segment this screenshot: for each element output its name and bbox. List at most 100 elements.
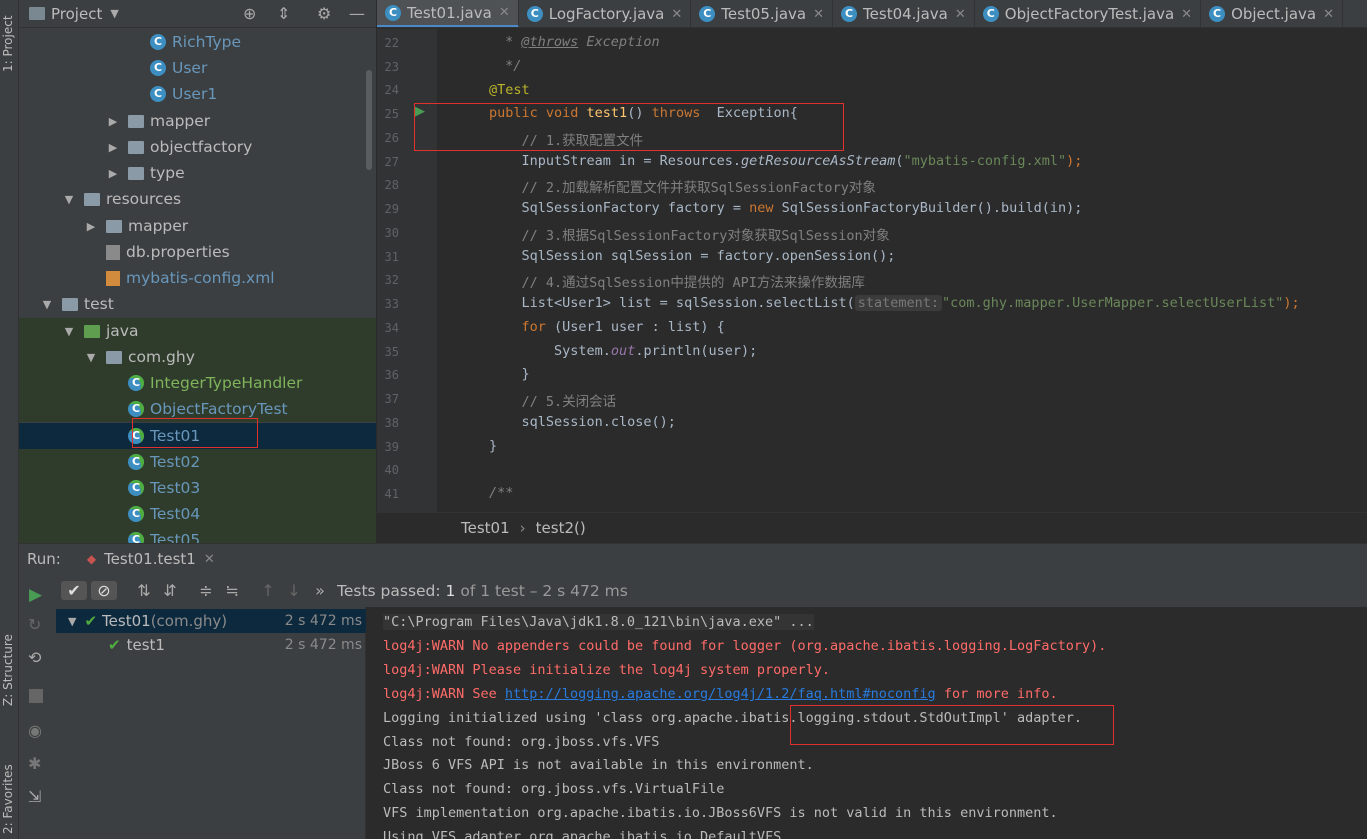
sort-duration-icon[interactable]: ⇵ xyxy=(157,581,183,600)
line-number: 41 xyxy=(384,487,399,501)
console-line: Using VFS adapter org.apache.ibatis.io.D… xyxy=(383,829,782,839)
project-tree-item[interactable]: ▶ type xyxy=(19,160,376,186)
code-editor[interactable]: * @throws Exception */ @Test public void… xyxy=(437,29,1367,512)
project-tree-item[interactable]: C User xyxy=(19,55,376,81)
chevron-down-icon[interactable]: ▼ xyxy=(61,325,77,338)
editor-tab[interactable]: C ObjectFactoryTest.java ✕ xyxy=(975,0,1202,27)
project-tree-item[interactable]: C Test04 xyxy=(19,501,376,527)
console-line: log4j:WARN Please initialize the log4j s… xyxy=(383,662,831,678)
editor-tab[interactable]: C Test01.java ✕ xyxy=(377,0,519,27)
editor-tab-label: Test01.java xyxy=(407,3,492,22)
project-tree-item[interactable]: ▼ java xyxy=(19,318,376,344)
favorites-tool-tab[interactable]: 2: Favorites xyxy=(1,752,15,834)
chevron-right-icon[interactable]: ▶ xyxy=(105,167,121,180)
folder-icon xyxy=(84,192,100,206)
breadcrumb-class[interactable]: Test01 xyxy=(461,519,510,537)
minimize-icon[interactable]: — xyxy=(349,4,365,23)
test-folder-icon xyxy=(84,324,100,338)
class-icon: C xyxy=(982,6,999,22)
test-case-row[interactable]: ✔ test1 2 s 472 ms xyxy=(56,633,366,657)
next-failed-icon[interactable]: ↓ xyxy=(281,581,307,600)
code-line-29: SqlSessionFactory factory = new SqlSessi… xyxy=(489,200,1083,216)
locate-icon[interactable]: ⊕ xyxy=(243,4,256,23)
project-tree-item[interactable]: ▶ mapper xyxy=(19,213,376,239)
rerun-icon[interactable]: ▶ xyxy=(29,585,42,605)
breadcrumb-separator: › xyxy=(519,519,526,537)
project-tree-label: mapper xyxy=(128,217,189,235)
project-tree-item[interactable]: ▼ resources xyxy=(19,186,376,212)
chevron-down-icon[interactable]: ▼ xyxy=(61,193,77,206)
project-tree-item[interactable]: C Test02 xyxy=(19,449,376,475)
camera-icon[interactable]: ◉ xyxy=(28,721,42,740)
more-icon[interactable]: » xyxy=(307,581,333,600)
editor-tab[interactable]: C LogFactory.java ✕ xyxy=(519,0,692,27)
breadcrumb-method[interactable]: test2() xyxy=(536,519,586,537)
show-ignored-icon[interactable]: ⊘ xyxy=(91,581,117,600)
structure-tool-tab[interactable]: Z: Structure xyxy=(1,628,15,706)
project-tree-item[interactable]: C IntegerTypeHandler xyxy=(19,370,376,396)
close-icon[interactable]: ✕ xyxy=(1323,7,1334,22)
project-tree-item[interactable]: C RichType xyxy=(19,29,376,55)
close-icon[interactable]: ✕ xyxy=(204,552,215,567)
close-icon[interactable]: ✕ xyxy=(1181,7,1192,22)
gear-icon[interactable]: ⚙ xyxy=(317,4,331,23)
project-tree-item[interactable]: C User1 xyxy=(19,81,376,107)
close-icon[interactable]: ✕ xyxy=(813,7,824,22)
project-tool-tab[interactable]: 1: Project xyxy=(1,6,15,72)
project-tree-item[interactable]: mybatis-config.xml xyxy=(19,265,376,291)
editor-tab[interactable]: C Object.java ✕ xyxy=(1201,0,1344,27)
collapse-all-icon[interactable]: ≒ xyxy=(219,581,245,600)
class-icon: C xyxy=(699,6,716,22)
project-title[interactable]: Project xyxy=(51,5,102,23)
toggle-auto-test-icon[interactable]: ⟲ xyxy=(28,648,41,667)
code-line-34: for (User1 user : list) { xyxy=(521,319,725,335)
project-scrollbar[interactable] xyxy=(366,70,372,170)
show-passed-icon[interactable]: ✔ xyxy=(61,581,87,600)
project-tree-item[interactable]: C Test05 xyxy=(19,527,376,543)
package-icon xyxy=(106,350,122,364)
chevron-down-icon[interactable]: ▼ xyxy=(68,615,76,628)
test-case-time: 2 s 472 ms xyxy=(284,637,362,653)
close-icon[interactable]: ✕ xyxy=(955,7,966,22)
editor-tab-label: Test05.java xyxy=(721,5,807,23)
chevron-down-icon[interactable]: ▼ xyxy=(110,7,118,20)
prev-failed-icon[interactable]: ↑ xyxy=(255,581,281,600)
left-tool-strip: 1: Project Z: Structure 2: Favorites xyxy=(0,0,19,839)
chevron-down-icon[interactable]: ▼ xyxy=(39,298,55,311)
collapse-icon[interactable]: ⇕ xyxy=(277,4,290,23)
project-tree-item[interactable]: ▶ objectfactory xyxy=(19,134,376,160)
chevron-right-icon[interactable]: ▶ xyxy=(83,220,99,233)
run-tab[interactable]: Test01.test1 xyxy=(104,550,196,568)
chevron-right-icon[interactable]: ▶ xyxy=(105,115,121,128)
tests-status: Tests passed: 1 of 1 test – 2 s 472 ms xyxy=(337,581,628,600)
settings-icon[interactable]: ✱ xyxy=(28,754,41,773)
stop-icon[interactable] xyxy=(29,689,43,703)
close-icon[interactable]: ✕ xyxy=(499,5,510,20)
project-tree-item[interactable]: ▼ test xyxy=(19,291,376,317)
project-tree-item[interactable]: ▶ mapper xyxy=(19,108,376,134)
code-line-31: SqlSession sqlSession = factory.openSess… xyxy=(489,248,896,264)
chevron-right-icon[interactable]: ▶ xyxy=(105,141,121,154)
export-icon[interactable]: ⇲ xyxy=(28,787,41,806)
rerun-failed-icon[interactable]: ↻ xyxy=(28,615,41,634)
project-tree-item[interactable]: C Test03 xyxy=(19,475,376,501)
code-line-39: } xyxy=(489,438,498,454)
test-class-icon: C xyxy=(128,506,144,522)
class-icon: C xyxy=(150,34,166,50)
project-tree-item[interactable]: ▼ com.ghy xyxy=(19,344,376,370)
test-suite-row[interactable]: ▼ ✔ Test01 (com.ghy) 2 s 472 ms xyxy=(56,609,366,633)
chevron-down-icon[interactable]: ▼ xyxy=(83,351,99,364)
project-tree-item[interactable]: db.properties xyxy=(19,239,376,265)
code-line-38: sqlSession.close(); xyxy=(489,414,676,430)
project-panel-header: Project ▼ ⊕ ⇕ ⚙ — xyxy=(19,0,376,28)
editor-tab[interactable]: C Test04.java ✕ xyxy=(833,0,975,27)
editor-tab[interactable]: C Test05.java ✕ xyxy=(691,0,834,27)
sort-alpha-icon[interactable]: ⇅ xyxy=(131,581,157,600)
code-line-33: List<User1> list = sqlSession.selectList… xyxy=(489,295,1300,311)
close-icon[interactable]: ✕ xyxy=(671,7,682,22)
editor-tab-label: Object.java xyxy=(1231,5,1317,23)
line-number: 29 xyxy=(384,202,399,216)
faq-link[interactable]: http://logging.apache.org/log4j/1.2/faq.… xyxy=(505,686,936,702)
expand-all-icon[interactable]: ≑ xyxy=(193,581,219,600)
breadcrumb: Test01 › test2() xyxy=(377,512,1367,543)
